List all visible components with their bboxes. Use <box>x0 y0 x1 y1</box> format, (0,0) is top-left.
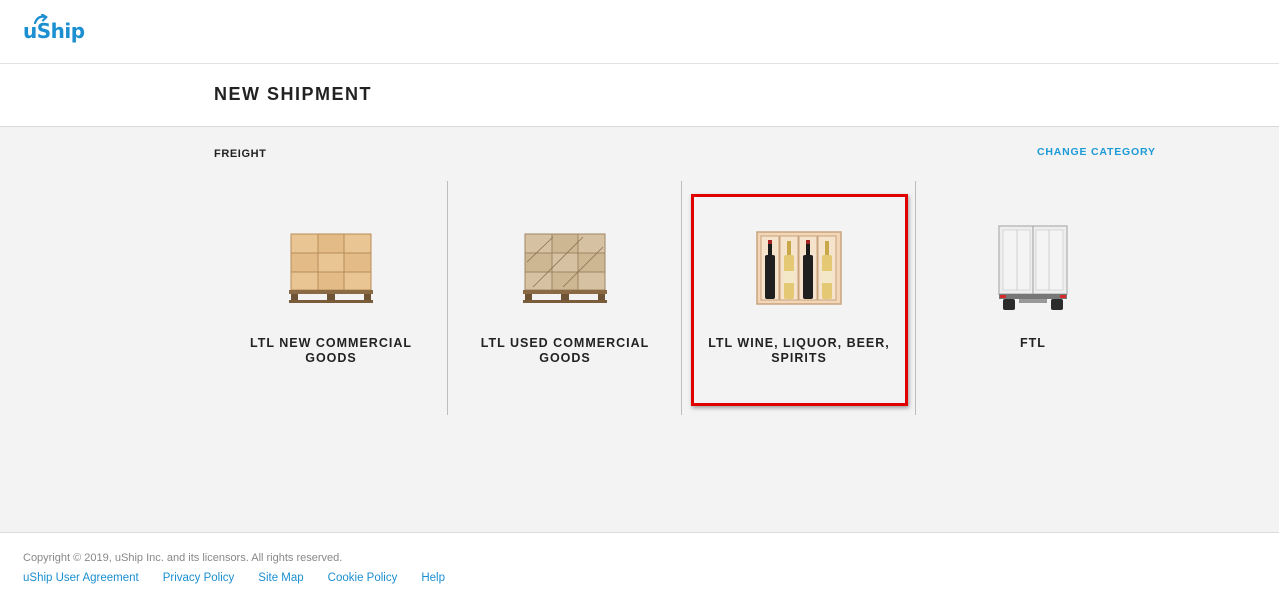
main-content: FREIGHT CHANGE CATEGORY LTL NEW COMMERCI… <box>0 127 1279 533</box>
title-bar: NEW SHIPMENT <box>0 64 1279 127</box>
change-category-link[interactable]: CHANGE CATEGORY <box>1037 146 1156 158</box>
footer-link-user-agreement[interactable]: uShip User Agreement <box>23 572 139 584</box>
page-title: NEW SHIPMENT <box>214 84 373 104</box>
new-pallet-boxes-icon <box>281 225 381 311</box>
wine-bottles-crate-icon <box>749 225 849 311</box>
card-ltl-wine[interactable]: LTL WINE, LIQUOR, BEER, SPIRITS <box>682 181 916 415</box>
card-label: LTL USED COMMERCIAL GOODS <box>480 336 650 365</box>
top-bar: uShip <box>0 0 1279 64</box>
shipment-type-cards: LTL NEW COMMERCIAL GOODS LTL USED COMMER… <box>214 181 1150 415</box>
category-label: FREIGHT <box>214 148 267 160</box>
card-ftl[interactable]: FTL <box>916 181 1150 415</box>
card-label: LTL NEW COMMERCIAL GOODS <box>250 336 412 365</box>
footer: Copyright © 2019, uShip Inc. and its lic… <box>0 533 1279 597</box>
footer-link-cookie-policy[interactable]: Cookie Policy <box>328 572 398 584</box>
card-ltl-used-commercial[interactable]: LTL USED COMMERCIAL GOODS <box>448 181 682 415</box>
logo-text: uShip <box>23 19 85 43</box>
card-label: FTL <box>1020 336 1046 350</box>
footer-link-help[interactable]: Help <box>421 572 445 584</box>
footer-links: uShip User Agreement Privacy Policy Site… <box>23 572 445 584</box>
uship-logo[interactable]: uShip <box>23 14 85 44</box>
logo-arrow-icon <box>34 14 48 24</box>
footer-link-site-map[interactable]: Site Map <box>258 572 303 584</box>
card-label: LTL WINE, LIQUOR, BEER, SPIRITS <box>708 336 890 365</box>
copyright-text: Copyright © 2019, uShip Inc. and its lic… <box>23 552 343 564</box>
card-ltl-new-commercial[interactable]: LTL NEW COMMERCIAL GOODS <box>214 181 448 415</box>
used-pallet-boxes-icon <box>515 225 615 311</box>
footer-link-privacy-policy[interactable]: Privacy Policy <box>163 572 235 584</box>
truck-rear-icon <box>983 225 1083 311</box>
